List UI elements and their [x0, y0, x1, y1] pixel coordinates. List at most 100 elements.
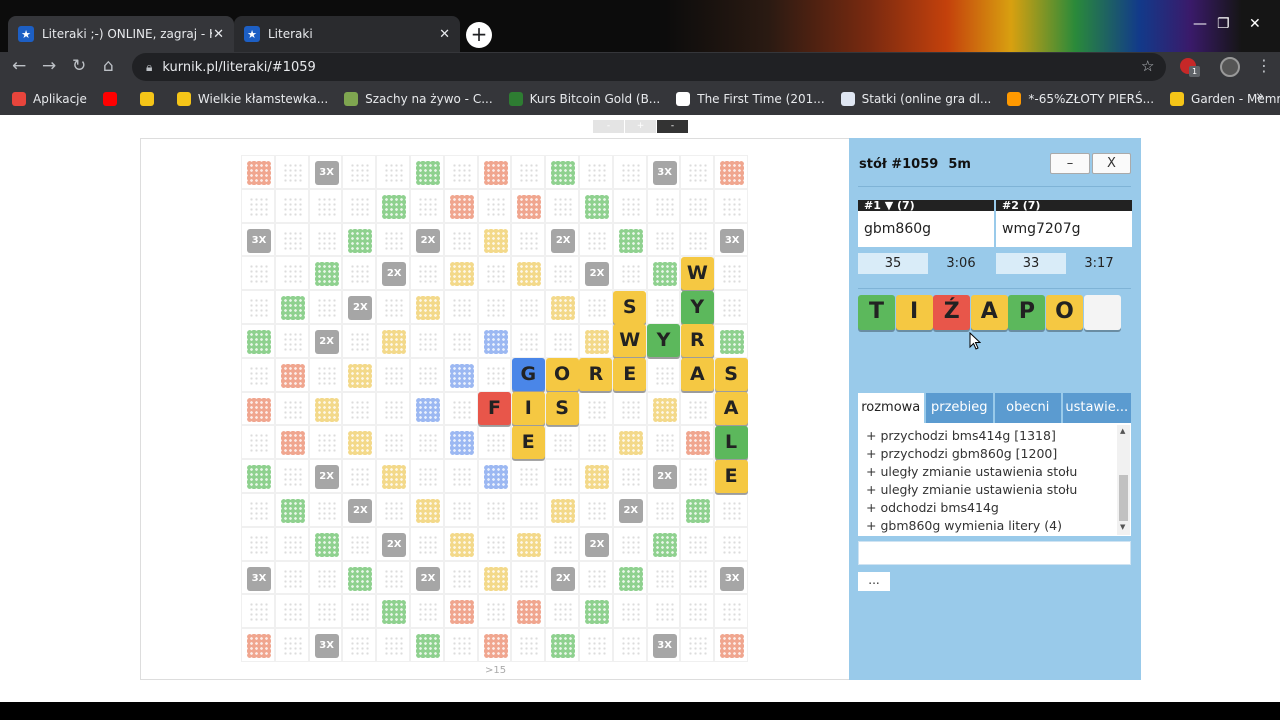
board-cell[interactable] [342, 391, 377, 426]
board-cell[interactable] [511, 290, 546, 324]
board-cell[interactable] [274, 594, 309, 629]
board-cell[interactable] [274, 188, 309, 223]
board-cell[interactable] [443, 425, 478, 460]
board-cell[interactable] [410, 324, 444, 358]
board-cell[interactable]: 2X [612, 493, 647, 527]
board-cell[interactable] [511, 188, 546, 223]
scroll-thumb[interactable] [1119, 475, 1128, 521]
board-cell[interactable] [511, 324, 546, 358]
board-cell[interactable]: 2X [410, 222, 444, 257]
board-cell[interactable] [511, 256, 546, 291]
bookmark-star-icon[interactable]: ☆ [1141, 57, 1154, 75]
board-cell[interactable] [680, 391, 715, 426]
bookmark-item[interactable] [139, 91, 161, 106]
board-cell[interactable] [308, 425, 343, 460]
bookmark-item[interactable]: Kurs Bitcoin Gold (B... [508, 91, 660, 106]
close-window-icon[interactable]: ✕ [1249, 16, 1261, 32]
board-cell[interactable] [646, 560, 681, 595]
board-cell[interactable] [646, 357, 681, 392]
tab-ustawienia[interactable]: ustawie... [1062, 393, 1132, 423]
board-cell[interactable] [274, 391, 309, 426]
board-cell[interactable] [241, 526, 275, 561]
bookmark-item[interactable]: Szachy na żywo - C... [344, 91, 493, 106]
board-cell[interactable] [241, 594, 275, 629]
board-cell[interactable] [376, 628, 410, 662]
board-cell[interactable] [443, 155, 478, 189]
board-cell[interactable] [443, 290, 478, 324]
board-cell[interactable] [376, 459, 410, 493]
board-cell[interactable] [241, 493, 275, 527]
board-cell[interactable] [376, 324, 410, 358]
board-cell[interactable] [342, 324, 377, 358]
chat-input[interactable] [858, 541, 1131, 565]
board-cell[interactable]: 2X [545, 222, 579, 257]
board-cell[interactable] [545, 324, 579, 358]
board-cell[interactable] [680, 628, 715, 662]
board-cell[interactable] [443, 594, 478, 629]
reload-icon[interactable]: ↻ [72, 56, 86, 76]
board-cell[interactable] [612, 526, 647, 561]
board-cell[interactable] [342, 594, 377, 629]
scrabble-board[interactable]: 3X 3X 3X 2X 2X 3X 2X 2X 2X 2X 2X 2X 2X 2X 2X 2X 3X 2X 2X 3X… [241, 155, 748, 662]
board-cell[interactable] [545, 459, 579, 493]
tab-literaki[interactable]: ★ Literaki ✕ [234, 16, 460, 52]
board-cell[interactable] [646, 391, 681, 426]
board-cell[interactable] [545, 290, 579, 324]
board-cell[interactable] [274, 155, 309, 189]
board-cell[interactable] [579, 459, 613, 493]
board-cell[interactable] [477, 526, 512, 561]
board-cell[interactable] [308, 222, 343, 257]
bookmarks-overflow-icon[interactable]: » [1256, 89, 1264, 104]
tab-obecni[interactable]: obecni [995, 393, 1061, 423]
board-cell[interactable] [342, 628, 377, 662]
minimize-panel-button[interactable]: – [1050, 153, 1090, 174]
board-cell[interactable] [443, 526, 478, 561]
rack-tile[interactable]: Ź [933, 295, 971, 330]
scroll-up-icon[interactable]: ▲ [1120, 427, 1125, 435]
board-cell[interactable] [443, 222, 478, 257]
board-cell[interactable] [545, 188, 579, 223]
board-cell[interactable] [612, 188, 647, 223]
chat-scrollbar[interactable]: ▲ ▼ [1117, 425, 1130, 535]
board-cell[interactable] [612, 628, 647, 662]
board-cell[interactable] [477, 459, 512, 493]
forward-arrow-icon[interactable]: → [42, 56, 56, 76]
board-cell[interactable] [477, 290, 512, 324]
profile-avatar-icon[interactable] [1220, 57, 1240, 77]
board-cell[interactable] [714, 188, 748, 223]
board-cell[interactable] [680, 560, 715, 595]
board-cell[interactable] [241, 155, 275, 189]
bookmark-item[interactable]: Aplikacje [12, 91, 87, 106]
board-cell[interactable] [308, 357, 343, 392]
board-cell[interactable]: 3X [714, 222, 748, 257]
board-cell[interactable] [241, 425, 275, 460]
board-cell[interactable] [274, 357, 309, 392]
board-cell[interactable] [241, 357, 275, 392]
board-cell[interactable] [342, 560, 377, 595]
board-cell[interactable] [342, 256, 377, 291]
board-cell[interactable] [342, 526, 377, 561]
board-cell[interactable] [241, 391, 275, 426]
board-cell[interactable] [241, 324, 275, 358]
board-cell[interactable] [477, 425, 512, 460]
board-cell[interactable] [646, 493, 681, 527]
board-cell[interactable] [376, 290, 410, 324]
tab-literaki-online[interactable]: ★ Literaki ;-) ONLINE, zagraj - Kurnik ✕ [8, 16, 234, 52]
board-cell[interactable] [579, 594, 613, 629]
player-1-card[interactable]: #1 ▼ (7) gbm860g [858, 200, 994, 247]
board-cell[interactable] [680, 155, 715, 189]
rack-empty-slot[interactable] [1083, 295, 1121, 330]
board-cell[interactable] [308, 594, 343, 629]
board-cell[interactable] [376, 155, 410, 189]
board-cell[interactable] [612, 425, 647, 460]
board-cell[interactable] [646, 526, 681, 561]
board-cell[interactable] [511, 594, 546, 629]
board-cell[interactable] [241, 256, 275, 291]
board-cell[interactable] [241, 459, 275, 493]
board-cell[interactable]: 2X [646, 459, 681, 493]
board-cell[interactable] [545, 256, 579, 291]
board-cell[interactable] [714, 594, 748, 629]
board-cell[interactable] [545, 155, 579, 189]
board-cell[interactable] [646, 188, 681, 223]
board-cell[interactable]: 2X [376, 256, 410, 291]
